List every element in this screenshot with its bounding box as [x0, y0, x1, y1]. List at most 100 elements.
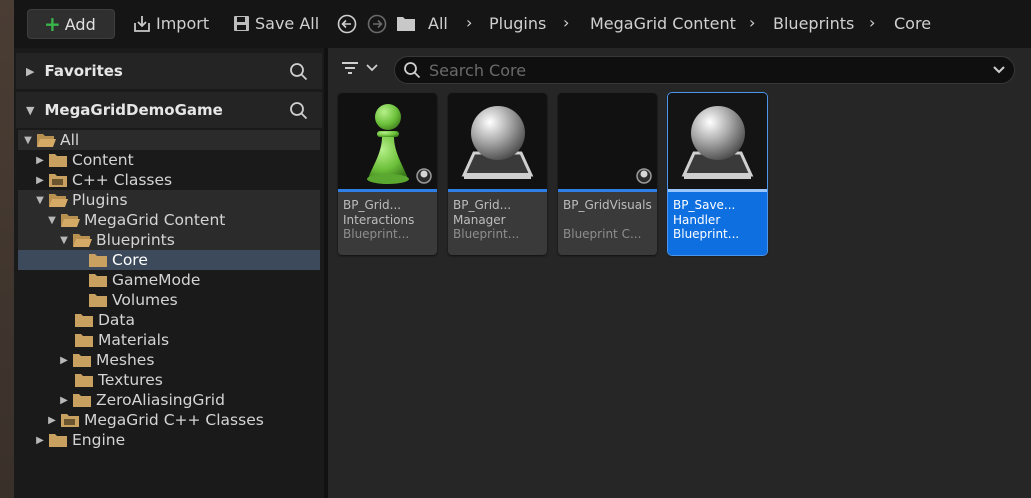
asset-tile-bp-save-handler[interactable]: BP_Save... Handler Blueprint...: [667, 92, 768, 256]
tree-label: MegaGrid Content: [84, 211, 226, 229]
asset-view: BP_Grid... Interactions Blueprint... BP_…: [328, 48, 1031, 498]
expand-arrow-icon: ▶: [36, 174, 44, 186]
viewport-edge: [0, 0, 14, 498]
breadcrumb-megagrid-content[interactable]: MegaGrid Content: [590, 14, 736, 33]
search-input[interactable]: [429, 60, 989, 80]
search-icon[interactable]: [289, 62, 308, 81]
tree-item-materials[interactable]: Materials: [18, 330, 320, 350]
tree-item-textures[interactable]: Textures: [18, 370, 320, 390]
search-icon[interactable]: [289, 101, 308, 120]
asset-tile-bp-grid-interactions[interactable]: BP_Grid... Interactions Blueprint...: [338, 93, 437, 255]
tree-label: GameMode: [112, 271, 201, 289]
asset-type-bar: [448, 189, 547, 192]
import-button[interactable]: Import: [133, 14, 209, 33]
tree-label: Blueprints: [96, 231, 175, 249]
open-folder-icon: [61, 213, 80, 227]
tree-item-plugins[interactable]: ▼ Plugins: [18, 190, 320, 210]
tree-item-engine[interactable]: ▶ Engine: [18, 430, 320, 450]
search-icon: [404, 62, 421, 79]
asset-tile-bp-gridvisuals[interactable]: BP_GridVisuals Blueprint C...: [558, 93, 657, 255]
breadcrumb-blueprints[interactable]: Blueprints: [773, 14, 854, 33]
tree-label: Content: [72, 151, 134, 169]
chevron-right-icon: ›: [563, 13, 570, 32]
asset-name-line2: Manager: [453, 213, 506, 227]
collapse-arrow-icon: ▼: [48, 214, 56, 226]
chevron-down-icon[interactable]: [992, 63, 1006, 77]
asset-type-bar: [338, 189, 437, 192]
folder-icon: [73, 353, 91, 367]
chevron-right-icon: ›: [749, 13, 756, 32]
tree-label: All: [60, 131, 80, 149]
sphere-icon: [461, 106, 534, 179]
save-all-label: Save All: [255, 14, 320, 33]
content-browser: + Add Import Save All All › Plugins › Me…: [0, 0, 1031, 498]
expand-arrow-icon: ▶: [60, 394, 68, 406]
save-all-button[interactable]: Save All: [233, 14, 319, 33]
tree-item-content[interactable]: ▶ Content: [18, 150, 320, 170]
filter-button[interactable]: [340, 59, 378, 77]
folder-icon: [397, 17, 415, 31]
asset-thumbnail: [338, 93, 437, 189]
folder-icon: [73, 393, 91, 407]
asset-tile-bp-grid-manager[interactable]: BP_Grid... Manager Blueprint...: [448, 93, 547, 255]
expand-arrow-icon: ▶: [36, 154, 44, 166]
import-label: Import: [156, 14, 210, 33]
asset-type-label: Blueprint C...: [563, 227, 642, 241]
cpp-folder-icon: [61, 413, 79, 427]
import-icon: [134, 15, 150, 32]
asset-name-line1: BP_Save...: [673, 198, 736, 212]
asset-name-line1: BP_Grid...: [343, 198, 402, 212]
tree-item-megagrid-cpp-classes[interactable]: ▶ MegaGrid C++ Classes: [18, 410, 320, 430]
breadcrumb-core[interactable]: Core: [894, 14, 931, 33]
collapse-arrow-icon: ▼: [60, 234, 68, 246]
toolbar: + Add Import Save All All › Plugins › Me…: [14, 0, 1031, 48]
add-label: Add: [64, 14, 96, 34]
tree-item-volumes[interactable]: Volumes: [18, 290, 320, 310]
tree-item-megagrid-content[interactable]: ▼ MegaGrid Content: [18, 210, 320, 230]
tree-item-zeroaliasinggrid[interactable]: ▶ ZeroAliasingGrid: [18, 390, 320, 410]
expand-arrow-icon: ▶: [48, 414, 56, 426]
collapse-arrow-icon: ▼: [36, 194, 44, 206]
tree-label: Core: [112, 251, 148, 269]
asset-type-label: Blueprint...: [343, 227, 410, 241]
breadcrumb-all[interactable]: All: [428, 14, 448, 33]
tree-item-blueprints[interactable]: ▼ Blueprints: [18, 230, 320, 250]
tree-label: Volumes: [112, 291, 178, 309]
project-title: MegaGridDemoGame: [44, 101, 223, 119]
tree-item-core[interactable]: Core: [18, 250, 320, 270]
tree-item-cpp-classes[interactable]: ▶ C++ Classes: [18, 170, 320, 190]
tree-label: Engine: [72, 431, 126, 449]
asset-thumbnail: [448, 93, 547, 189]
folder-icon: [49, 433, 67, 447]
folder-icon: [89, 253, 107, 267]
favorites-section[interactable]: ▶ Favorites: [16, 53, 322, 89]
tree-label: Plugins: [72, 191, 128, 209]
project-section[interactable]: ▼ MegaGridDemoGame: [16, 92, 322, 128]
asset-thumbnail: [668, 93, 767, 189]
tree-item-all[interactable]: ▼ All: [18, 130, 320, 150]
open-folder-icon: [73, 233, 92, 247]
expand-triangle-icon: ▶: [26, 64, 35, 78]
filter-icon: [342, 62, 358, 74]
collapse-triangle-icon: ▼: [26, 103, 35, 117]
tree-item-meshes[interactable]: ▶ Meshes: [18, 350, 320, 370]
back-arrow-icon[interactable]: [337, 14, 357, 34]
add-button[interactable]: + Add: [27, 9, 115, 39]
tree-label: C++ Classes: [72, 171, 173, 189]
folder-icon: [89, 273, 107, 287]
breadcrumb-plugins[interactable]: Plugins: [489, 14, 546, 33]
open-folder-icon: [49, 193, 68, 207]
asset-type-label: Blueprint...: [673, 227, 740, 241]
tree-item-data[interactable]: Data: [18, 310, 320, 330]
folder-icon: [75, 373, 93, 387]
tree-item-gamemode[interactable]: GameMode: [18, 270, 320, 290]
folder-icon: [89, 293, 107, 307]
forward-arrow-icon[interactable]: [367, 14, 387, 34]
actor-badge-icon: [636, 168, 652, 184]
expand-arrow-icon: ▶: [60, 354, 68, 366]
asset-type-bar: [558, 189, 657, 192]
sources-panel: ▶ Favorites ▼ MegaGridDemoGame ▼ All ▶ C…: [14, 48, 324, 498]
chevron-right-icon: ›: [869, 13, 876, 32]
tree-label: Data: [98, 311, 136, 329]
folder-icon: [49, 153, 67, 167]
